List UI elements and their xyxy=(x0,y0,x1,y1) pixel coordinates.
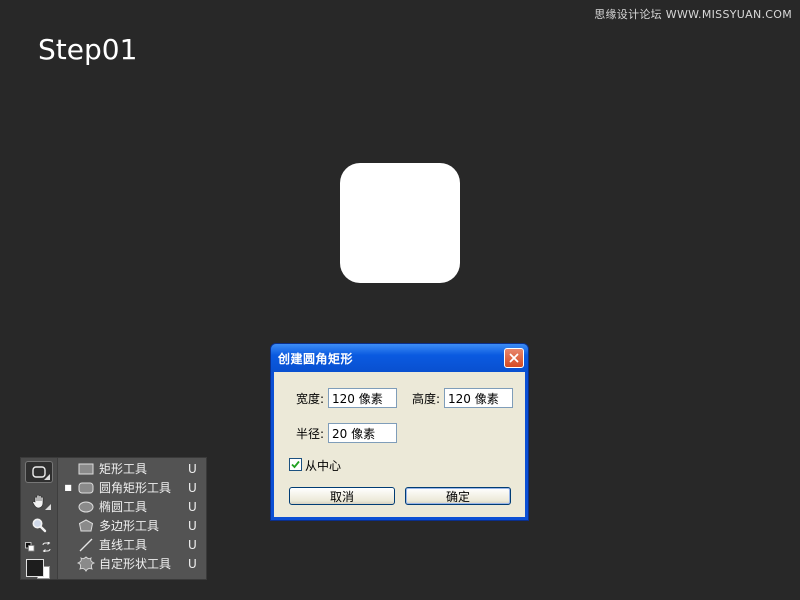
step-title: Step01 xyxy=(38,33,138,66)
flyout-arrow-icon xyxy=(44,474,50,480)
height-input[interactable] xyxy=(444,388,513,408)
checkmark-icon xyxy=(291,460,300,469)
toolbox-strip xyxy=(21,458,58,579)
tool-item-label: 椭圆工具 xyxy=(99,500,148,514)
tool-item-rectangle[interactable]: 矩形工具 U xyxy=(61,459,206,478)
line-icon xyxy=(79,538,93,551)
tool-item-shortcut: U xyxy=(188,537,197,552)
close-button[interactable] xyxy=(504,348,524,368)
selected-bullet: ■ xyxy=(64,483,72,492)
from-center-checkbox[interactable] xyxy=(289,458,302,471)
from-center-label: 从中心 xyxy=(305,459,342,473)
dialog-titlebar[interactable]: 创建圆角矩形 xyxy=(271,344,528,372)
shape-tool-panel: 矩形工具 U ■ 圆角矩形工具 U 椭圆工具 U 多边形工具 U 直线工具 U xyxy=(20,457,207,580)
radius-input[interactable] xyxy=(328,423,397,443)
radius-label: 半径: xyxy=(296,427,325,441)
polygon-icon xyxy=(78,518,94,531)
tool-item-label: 矩形工具 xyxy=(99,462,148,476)
tool-item-rounded-rectangle[interactable]: ■ 圆角矩形工具 U xyxy=(61,478,206,497)
zoom-tool-button[interactable] xyxy=(25,514,53,536)
create-rounded-rectangle-dialog: 创建圆角矩形 宽度: 高度: 半径: 从中心 取消 确定 xyxy=(270,343,529,521)
ok-button[interactable]: 确定 xyxy=(405,487,511,505)
dialog-body: 宽度: 高度: 半径: 从中心 取消 确定 xyxy=(274,372,525,517)
default-colors-icon[interactable] xyxy=(25,542,35,552)
width-input[interactable] xyxy=(328,388,397,408)
custom-shape-icon xyxy=(77,555,95,572)
dialog-title: 创建圆角矩形 xyxy=(278,352,354,366)
tool-item-label: 直线工具 xyxy=(99,538,148,552)
rounded-rectangle-shape xyxy=(340,163,460,283)
tool-item-custom-shape[interactable]: 自定形状工具 U xyxy=(61,554,206,573)
rounded-rectangle-icon xyxy=(78,482,94,493)
tool-item-ellipse[interactable]: 椭圆工具 U xyxy=(61,497,206,516)
flyout-arrow-icon xyxy=(45,504,51,510)
tool-item-label: 多边形工具 xyxy=(99,519,160,533)
color-controls xyxy=(25,542,53,554)
close-icon xyxy=(509,353,519,363)
width-label: 宽度: xyxy=(296,392,325,406)
height-label: 高度: xyxy=(412,392,441,406)
tool-item-label: 圆角矩形工具 xyxy=(99,481,172,495)
shape-tool-button[interactable] xyxy=(25,461,53,483)
hand-tool-button[interactable] xyxy=(25,490,53,512)
tool-item-polygon[interactable]: 多边形工具 U xyxy=(61,516,206,535)
foreground-color-swatch[interactable] xyxy=(26,559,44,577)
color-swatches[interactable] xyxy=(26,559,54,579)
tool-item-shortcut: U xyxy=(188,480,197,495)
tool-item-line[interactable]: 直线工具 U xyxy=(61,535,206,554)
tool-item-shortcut: U xyxy=(188,556,197,571)
rectangle-icon xyxy=(78,463,94,474)
ellipse-icon xyxy=(78,501,94,512)
shape-tool-flyout-menu: 矩形工具 U ■ 圆角矩形工具 U 椭圆工具 U 多边形工具 U 直线工具 U xyxy=(61,458,206,573)
tool-item-shortcut: U xyxy=(188,461,197,476)
swap-colors-icon[interactable] xyxy=(41,542,52,552)
cancel-button[interactable]: 取消 xyxy=(289,487,395,505)
zoom-icon xyxy=(32,518,47,533)
tool-item-shortcut: U xyxy=(188,499,197,514)
watermark: 思缘设计论坛 WWW.MISSYUAN.COM xyxy=(594,8,792,21)
tool-item-label: 自定形状工具 xyxy=(99,557,172,571)
tool-item-shortcut: U xyxy=(188,518,197,533)
